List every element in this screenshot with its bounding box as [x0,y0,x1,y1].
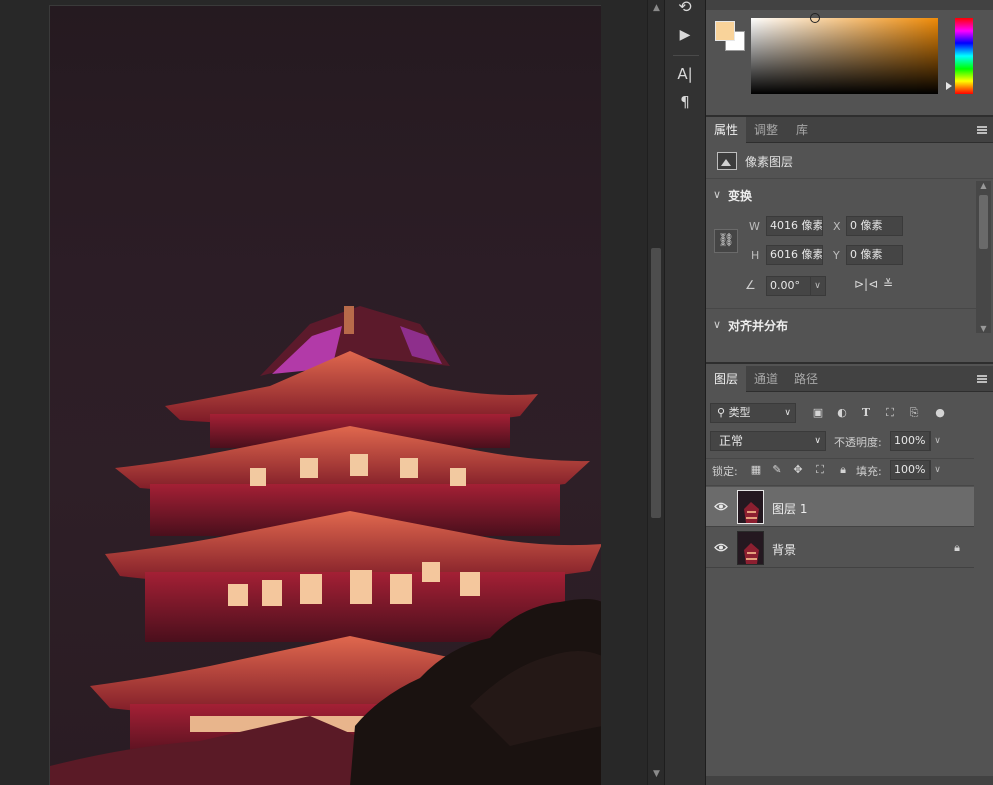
color-picker-field[interactable] [751,18,938,94]
layer-kind-label: 像素图层 [745,155,794,169]
search-icon: ⚲ [717,406,729,419]
chevron-down-icon: ∨ [814,436,821,446]
canvas-area[interactable] [0,0,647,785]
hue-slider-marker[interactable] [946,82,952,90]
lock-image-pixels-icon[interactable]: ✎ [769,461,785,479]
layer-thumbnail-image [738,491,763,523]
section-divider [706,308,976,309]
height-field[interactable]: 6016 像素 [766,245,823,265]
scrollbar-thumb[interactable] [651,248,661,518]
align-distribute-title: 对齐并分布 [728,319,789,333]
lock-transparent-pixels-icon[interactable]: ▦ [748,461,764,479]
layers-tabbar: 图层 通道 路径 [706,366,993,392]
right-panel-dock: 属性 调整 库 像素图层 ∨ 变换 ⛓ W 4016 像素 X 0 像素 H 6… [706,0,993,785]
align-distribute-section-header[interactable]: ∨ 对齐并分布 [706,311,976,339]
tab-properties[interactable]: 属性 [706,117,746,143]
scrollbar-thumb[interactable] [979,195,988,249]
layer-thumbnail-image [738,532,763,564]
lock-artboard-icon[interactable]: ⛶ [812,461,828,479]
filter-smart-object-icon[interactable]: ⎘ [906,404,922,422]
color-picker-cursor[interactable] [810,13,820,23]
blend-mode-value: 正常 [719,434,744,448]
canvas-vertical-scrollbar[interactable]: ▲ ▼ [647,0,664,785]
panel-menu-icon[interactable] [977,126,987,134]
angle-icon: ∠ [745,278,756,292]
color-panel-tabbar [706,0,993,10]
link-dimensions-icon[interactable]: ⛓ [714,229,738,253]
scroll-up-arrow-icon[interactable]: ▲ [978,181,989,190]
layer-kind-row: 像素图层 [706,143,993,179]
height-label: H [751,249,760,262]
fill-field[interactable]: 100% [890,460,930,480]
properties-panel: 属性 调整 库 像素图层 ∨ 变换 ⛓ W 4016 像素 X 0 像素 H 6… [706,117,993,364]
scroll-up-arrow-icon[interactable]: ▲ [651,2,662,14]
scroll-down-arrow-icon[interactable]: ▼ [978,324,989,333]
layer-row[interactable]: 背景 🔒︎ [706,528,974,568]
paragraph-icon[interactable]: ¶ [665,89,705,115]
filter-toggle-icon[interactable]: ● [932,404,948,422]
tool-divider [673,55,699,56]
layer-name[interactable]: 图层 1 [772,500,807,517]
tab-channels[interactable]: 通道 [746,366,786,392]
width-field[interactable]: 4016 像素 [766,216,823,236]
color-panel [706,0,993,117]
filter-type-layer-icon[interactable]: T [858,404,874,422]
character-icon[interactable]: A| [665,61,705,87]
filter-adjustment-layer-icon[interactable]: ◐ [834,404,850,422]
y-label: Y [833,249,840,262]
layer-name[interactable]: 背景 [772,541,796,558]
scroll-down-arrow-icon[interactable]: ▼ [651,768,662,780]
pixel-layer-icon [717,152,737,170]
visibility-eye-icon[interactable] [714,542,728,553]
width-label: W [749,220,760,233]
history-icon[interactable]: ⟲ [665,0,705,20]
document-canvas[interactable] [49,5,601,785]
chevron-down-icon: ∨ [784,408,791,418]
tab-paths[interactable]: 路径 [786,366,826,392]
lock-icon[interactable]: 🔒︎ [954,541,960,555]
fill-dropdown-icon[interactable]: ∨ [930,460,944,480]
layer-thumbnail [737,490,764,524]
tab-libraries[interactable]: 库 [786,117,818,143]
panel-tool-strip: ⟲ ▶ A| ¶ [664,0,706,785]
layer-filter-value: 类型 [728,406,751,419]
layer-thumbnail [737,531,764,565]
lock-label: 锁定: [712,465,738,478]
angle-dropdown-icon[interactable]: ∨ [810,276,824,296]
filter-pixel-layer-icon[interactable]: ▣ [810,404,826,422]
opacity-dropdown-icon[interactable]: ∨ [930,431,944,451]
chevron-down-icon: ∨ [713,318,722,331]
layers-footer-toolbar [706,776,993,785]
layers-divider [706,485,974,486]
properties-tabbar: 属性 调整 库 [706,117,993,143]
pagoda-photo [50,306,601,785]
x-field[interactable]: 0 像素 [846,216,903,236]
properties-scrollbar[interactable]: ▲ ▼ [976,181,991,333]
x-label: X [833,220,841,233]
opacity-field[interactable]: 100% [890,431,930,451]
tab-layers[interactable]: 图层 [706,366,746,392]
flip-vertical-icon[interactable]: ≚ [883,277,893,291]
lock-all-icon[interactable]: 🔒︎ [835,461,851,479]
layer-filter-select[interactable]: ⚲ 类型 ∨ [710,403,796,423]
layers-panel: 图层 通道 路径 ⚲ 类型 ∨ ▣ ◐ T ⛶ ⎘ ● 正常 ∨ 不透明度: 10… [706,366,993,785]
transform-title: 变换 [728,189,753,203]
visibility-eye-icon[interactable] [714,501,728,512]
fill-label: 填充: [856,465,882,478]
y-field[interactable]: 0 像素 [846,245,903,265]
layers-divider [706,458,974,459]
flip-horizontal-icon[interactable]: ⊳|⊲ [854,277,878,291]
blend-mode-select[interactable]: 正常 ∨ [710,431,826,451]
transform-section-header[interactable]: ∨ 变换 [706,181,976,209]
play-icon[interactable]: ▶ [665,22,705,48]
opacity-label: 不透明度: [834,436,882,449]
chevron-down-icon: ∨ [713,188,722,201]
foreground-color-swatch[interactable] [715,21,735,41]
lock-position-icon[interactable]: ✥ [790,461,806,479]
tab-adjustments[interactable]: 调整 [746,117,786,143]
hue-slider[interactable] [955,18,973,94]
panel-menu-icon[interactable] [977,375,987,383]
filter-shape-layer-icon[interactable]: ⛶ [882,404,898,422]
layer-row[interactable]: 图层 1 [706,487,974,527]
